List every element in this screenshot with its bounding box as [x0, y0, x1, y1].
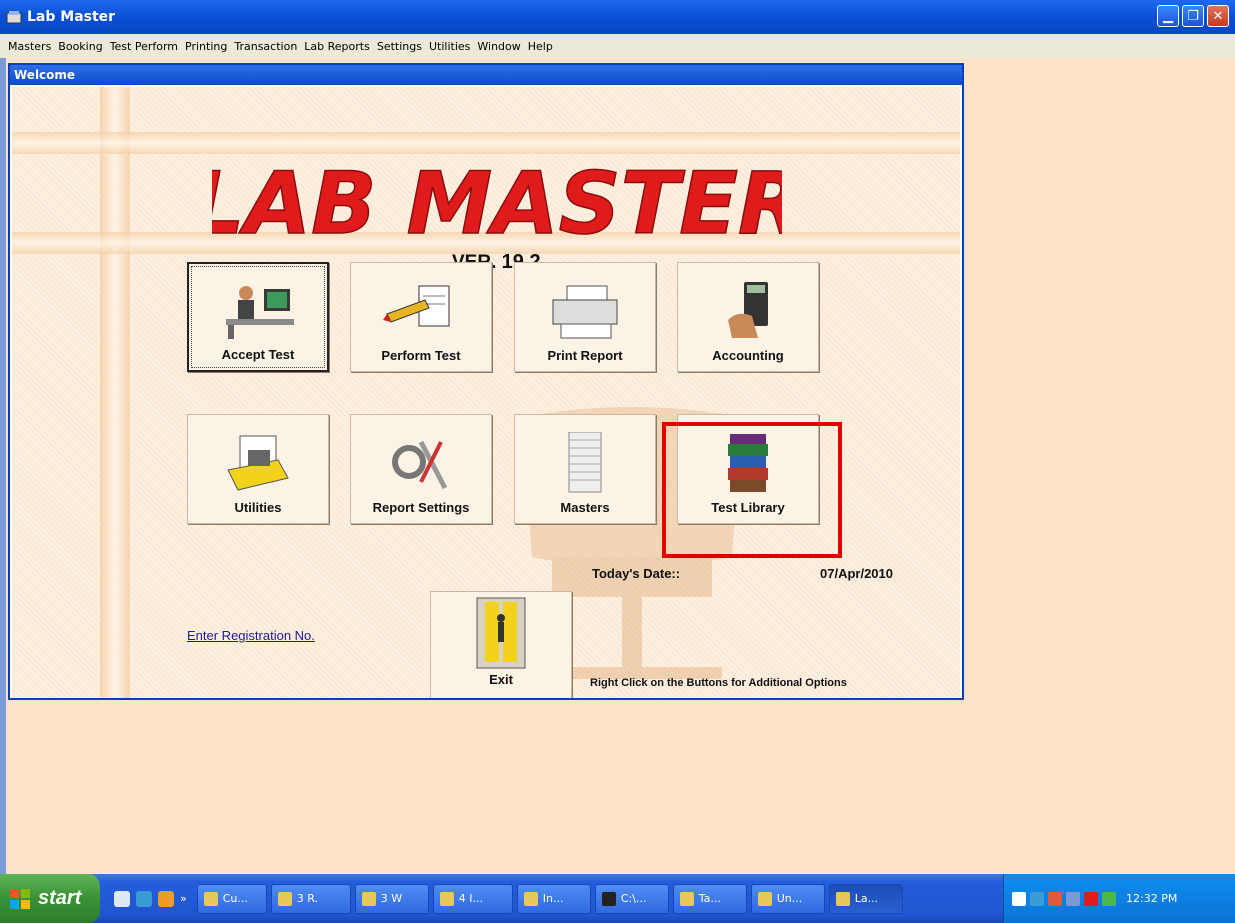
tile-label: Perform Test: [381, 348, 461, 363]
tile-label: Report Settings: [372, 500, 470, 515]
welcome-window: Welcome LAB MASTER VER. 19.2 Accept Test: [8, 63, 964, 700]
logo-text: LAB MASTER: [212, 154, 782, 247]
app-icon: [757, 891, 772, 906]
menu-utilities[interactable]: Utilities: [429, 40, 470, 53]
app-icon: [679, 891, 694, 906]
utilities-folder-icon: [227, 435, 289, 491]
taskbar: start » Cu... 3 R. 3 W 4 I... In... C:\.…: [0, 874, 1235, 923]
print-report-button[interactable]: Print Report: [514, 262, 656, 372]
test-library-button[interactable]: Test Library: [677, 414, 819, 524]
report-settings-button[interactable]: Report Settings: [350, 414, 492, 524]
perform-test-button[interactable]: Perform Test: [350, 262, 492, 372]
start-button[interactable]: start: [0, 874, 100, 923]
update-icon[interactable]: [1102, 891, 1116, 906]
taskbar-item[interactable]: 4 I...: [432, 883, 513, 914]
todays-date: Today's Date:: 07/Apr/2010: [592, 566, 912, 581]
menu-window[interactable]: Window: [477, 40, 520, 53]
close-button[interactable]: ✕: [1207, 5, 1229, 27]
pencil-notepad-icon: [383, 285, 450, 327]
books-icon: [728, 434, 768, 492]
taskbar-item[interactable]: Un...: [750, 883, 825, 914]
door-exit-icon: [476, 597, 526, 669]
help-icon[interactable]: [1012, 891, 1026, 906]
taskbar-item-label: 3 R.: [296, 892, 318, 905]
taskbar-item-label: Ta...: [698, 892, 721, 905]
menu-transaction[interactable]: Transaction: [234, 40, 297, 53]
accept-test-button[interactable]: Accept Test: [187, 262, 329, 372]
network-icon[interactable]: [1048, 891, 1062, 906]
taskbar-item-label: C:\...: [620, 892, 647, 905]
date-label: Today's Date::: [592, 566, 681, 581]
media-icon[interactable]: [158, 890, 174, 907]
taskbar-item[interactable]: Ta...: [672, 883, 747, 914]
app-icon: [6, 11, 22, 24]
acrobat-icon[interactable]: [1084, 891, 1098, 906]
right-click-hint: Right Click on the Buttons for Additiona…: [590, 677, 847, 689]
windows-flag-icon: [10, 888, 30, 909]
window-title: Lab Master: [27, 9, 116, 25]
app-icon: [277, 891, 292, 906]
taskbar-item-label: In...: [542, 892, 564, 905]
menu-settings[interactable]: Settings: [377, 40, 422, 53]
system-tray: 12:32 PM: [1003, 874, 1235, 923]
printer-icon: [552, 285, 618, 339]
background-pillar: [100, 87, 130, 698]
menu-booking[interactable]: Booking: [58, 40, 102, 53]
command-prompt-icon: [601, 891, 616, 906]
tile-label: Masters: [560, 500, 610, 515]
internet-explorer-icon: [439, 891, 454, 906]
utilities-button[interactable]: Utilities: [187, 414, 329, 524]
taskbar-item[interactable]: 3 W: [354, 883, 429, 914]
lab-master-logo: LAB MASTER: [212, 153, 782, 247]
app-icon: [835, 891, 850, 906]
security-icon[interactable]: [1066, 891, 1080, 906]
menu-test-perform[interactable]: Test Perform: [110, 40, 178, 53]
menu-printing[interactable]: Printing: [185, 40, 227, 53]
person-at-computer-icon: [226, 286, 294, 339]
taskbar-item-label: 4 I...: [458, 892, 483, 905]
internet-explorer-icon[interactable]: [136, 890, 152, 907]
welcome-canvas: LAB MASTER VER. 19.2 Accept Test Perform…: [12, 87, 960, 698]
tools-icon: [392, 440, 448, 490]
menu-lab-reports[interactable]: Lab Reports: [304, 40, 370, 53]
tile-label: Utilities: [234, 500, 282, 515]
quick-launch: »: [114, 890, 187, 907]
taskbar-item-active[interactable]: La...: [828, 883, 903, 914]
taskbar-item[interactable]: Cu...: [196, 883, 267, 914]
menu-help[interactable]: Help: [528, 40, 553, 53]
tile-label: Print Report: [547, 348, 623, 363]
app-icon: [203, 891, 218, 906]
taskbar-item-label: Cu...: [222, 892, 248, 905]
masters-button[interactable]: Masters: [514, 414, 656, 524]
taskbar-item[interactable]: C:\...: [594, 883, 669, 914]
taskbar-item-label: 3 W: [380, 892, 403, 905]
taskbar-item-label: La...: [854, 892, 879, 905]
tile-label: Accounting: [712, 348, 784, 363]
clock[interactable]: 12:32 PM: [1126, 892, 1177, 905]
restore-button[interactable]: ❐: [1182, 5, 1204, 27]
start-label: start: [38, 887, 82, 909]
calculator-icon: [728, 282, 768, 338]
back-arrow-icon[interactable]: [1030, 891, 1044, 906]
menu-masters[interactable]: Masters: [8, 40, 51, 53]
taskbar-item[interactable]: 3 R.: [270, 883, 351, 914]
accounting-button[interactable]: Accounting: [677, 262, 819, 372]
app-titlebar[interactable]: Lab Master ▁ ❐ ✕: [0, 0, 1235, 34]
exit-label: Exit: [489, 672, 513, 687]
menu-bar: Masters Booking Test Perform Printing Tr…: [0, 34, 1235, 58]
minimize-button[interactable]: ▁: [1157, 5, 1179, 27]
chevron-icon[interactable]: »: [180, 892, 187, 905]
date-value: 07/Apr/2010: [820, 566, 893, 581]
exit-button[interactable]: Exit: [430, 591, 572, 698]
blinds-icon: [568, 432, 602, 493]
show-desktop-icon[interactable]: [114, 890, 130, 907]
folder-icon: [361, 891, 376, 906]
welcome-window-title[interactable]: Welcome: [10, 65, 962, 85]
tile-label: Test Library: [711, 500, 785, 515]
enter-registration-link[interactable]: Enter Registration No.: [187, 628, 315, 643]
tile-label: Accept Test: [221, 347, 295, 362]
taskbar-item-label: Un...: [776, 892, 803, 905]
app-icon: [523, 891, 538, 906]
taskbar-item[interactable]: In...: [516, 883, 591, 914]
